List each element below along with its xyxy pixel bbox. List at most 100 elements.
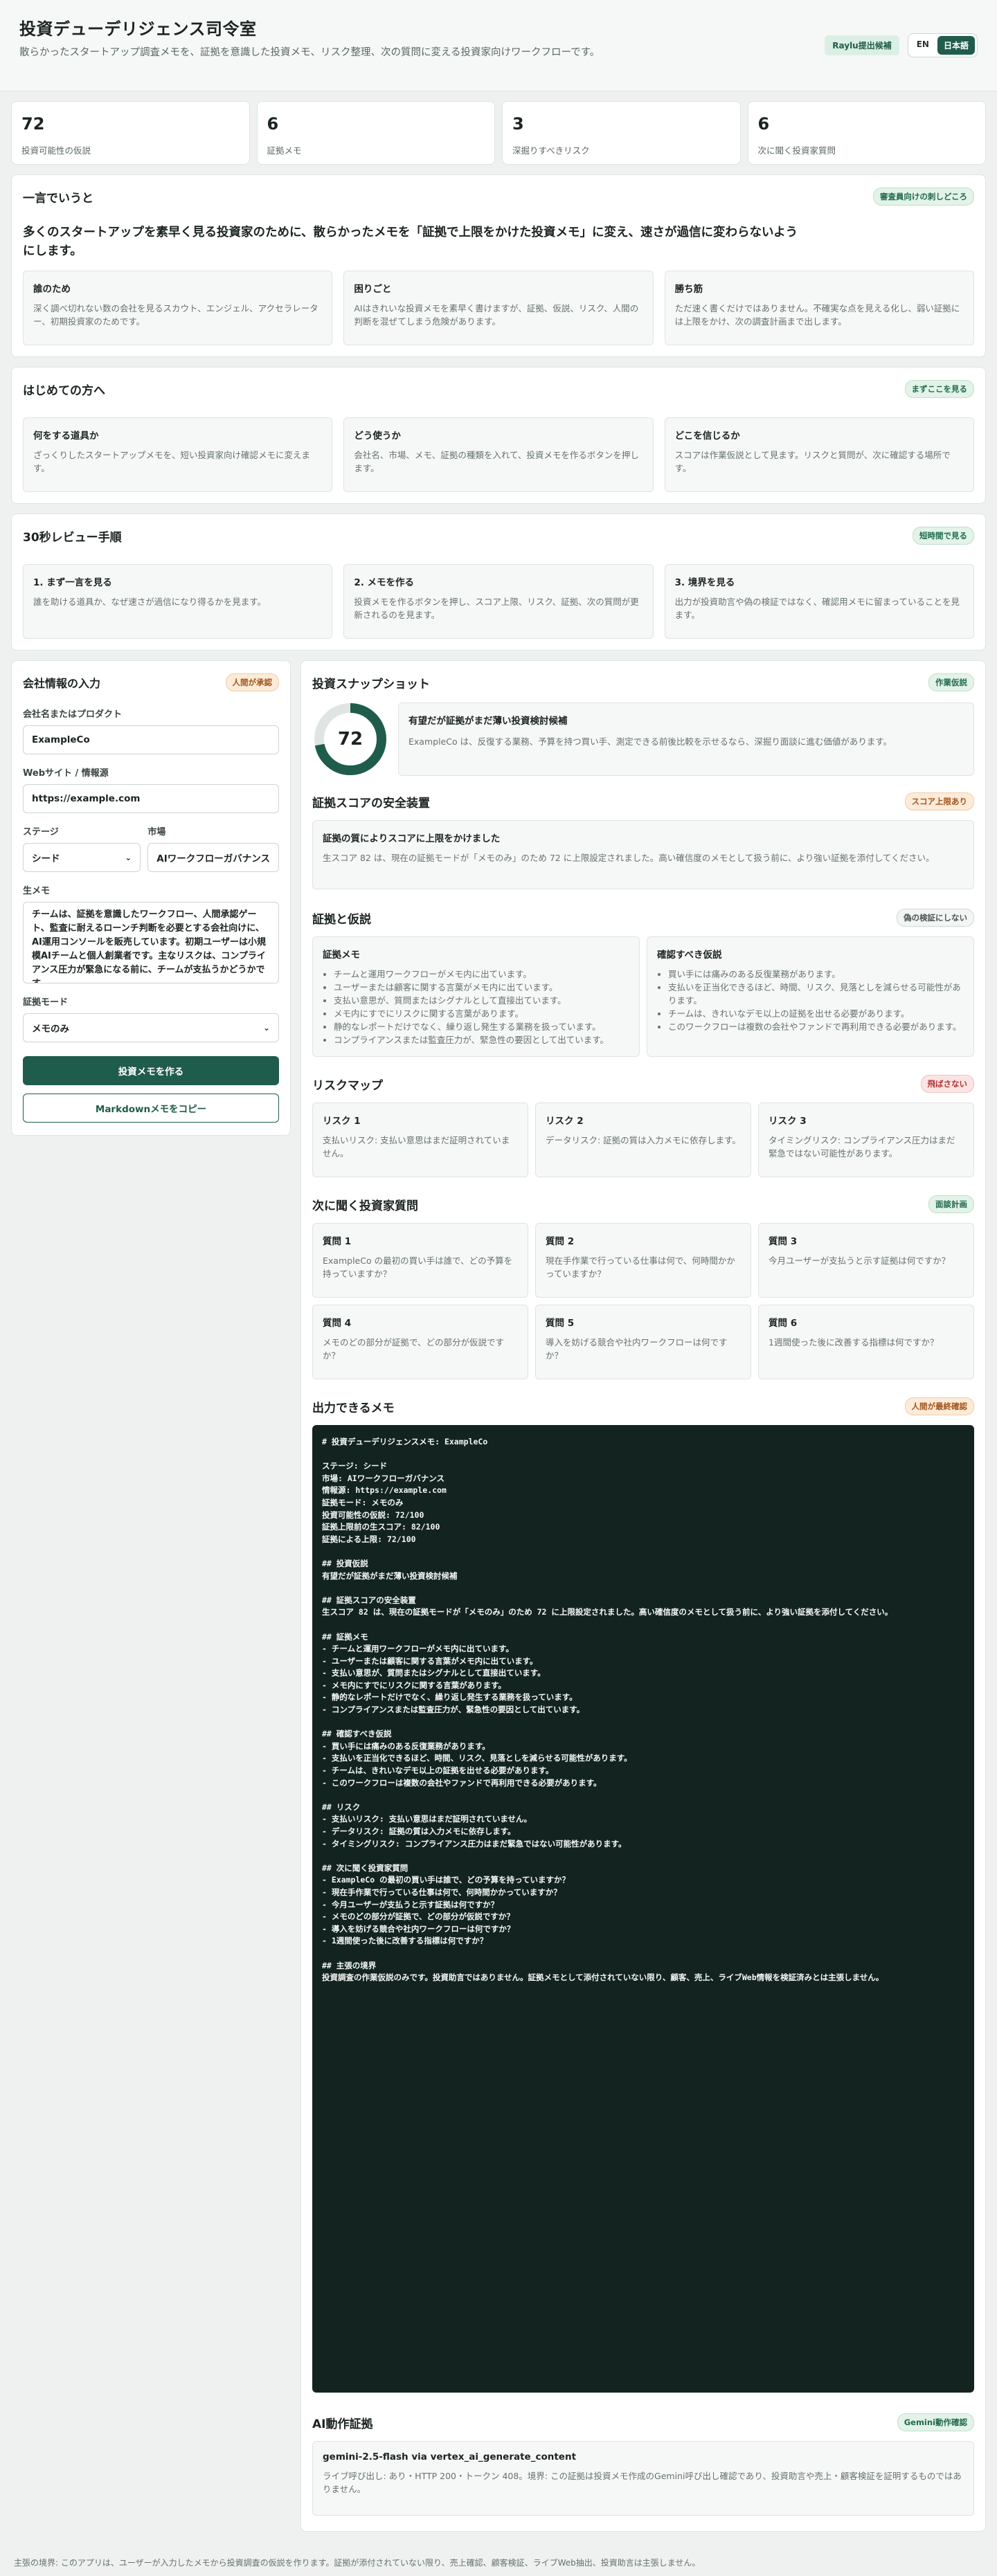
score-value: 72 [337,729,363,750]
evidence-memo-title: 証拠メモ [323,950,360,961]
stat-label: 次に聞く投資家質問 [757,145,836,156]
card-title: 2. メモを作る [354,577,415,588]
summary-card: 勝ち筋 ただ速く書くだけではありません。不確実な点を見える化し、弱い証拠には上限… [664,271,974,345]
card-title: どう使うか [354,430,401,442]
snapshot-heading: 有望だが証拠がまだ薄い投資検討候補 [408,716,568,727]
company-input[interactable]: ExampleCo [23,725,279,754]
markdown-memo-output[interactable]: # 投資デューデリジェンスメモ: ExampleCo ステージ: シード 市場:… [312,1425,974,2393]
question-body: 現在手作業で行っている仕事は何で、何時間かかっていますか？ [546,1255,735,1279]
question-body: メモのどの部分が証拠で、どの部分が仮説ですか？ [323,1337,505,1361]
section-title: はじめての方へ [23,383,105,398]
list-item: 支払いを正当化できるほど、時間、リスク、見落としを減らせる可能性があります。 [668,981,964,1007]
questions-pill: 面談計画 [928,1195,974,1213]
question-card: 質問 5 導入を妨げる競合や社内ワークフローは何ですか？ [535,1305,751,1379]
guard-title: 証拠スコアの安全装置 [312,796,430,810]
ai-pill: Gemini動作確認 [897,2413,974,2431]
snapshot-box: 有望だが証拠がまだ薄い投資検討候補 ExampleCo は、反復する業務、予算を… [398,702,974,776]
risk-card: リスク 1 支払いリスク: 支払い意思はまだ証明されていません。 [312,1103,528,1177]
copy-markdown-button[interactable]: Markdownメモをコピー [23,1094,279,1123]
list-item: このワークフローは複数の会社やファンドで再利用できる必要があります。 [668,1020,964,1033]
stat-label: 深掘りすべきリスク [512,145,590,156]
question-body: ExampleCo の最初の買い手は誰で、どの予算を持っていますか？ [323,1255,513,1279]
card-title: 誰のため [33,284,71,295]
market-label: 市場 [147,827,166,837]
stage-select[interactable]: シード ⌄ [23,843,141,872]
summary-lead: 多くのスタートアップを素早く見る投資家のために、散らかったメモを「証拠で上限をか… [23,226,798,258]
ai-title: AI動作証拠 [312,2417,373,2431]
chevron-down-icon: ⌄ [262,1023,270,1033]
stat-value: 6 [757,114,770,134]
risk-body: データリスク: 証拠の質は入力メモに依存します。 [546,1135,741,1145]
summary-card: 困りごと AIはきれいな投資メモを素早く書けますが、証拠、仮説、リスク、人間の判… [343,271,654,345]
question-title: 質問 4 [323,1318,352,1329]
ai-heading: gemini-2.5-flash via vertex_ai_generate_… [323,2451,577,2462]
stage-value: シード [32,853,60,864]
evidence-memo-box: 証拠メモ チームと運用ワークフローがメモ内に出ています。 ユーザーまたは顧客に関… [312,936,640,1057]
card-title: 困りごと [354,284,392,295]
risk-card: リスク 3 タイミングリスク: コンプライアンス圧力はまだ緊急ではない可能性があ… [758,1103,974,1177]
ai-body: ライブ呼び出し: あり・HTTP 200・トークン 408。境界: この証拠は投… [323,2471,962,2494]
market-input[interactable]: AIワークフローガバナンス [147,843,279,872]
website-input[interactable]: https://example.com [23,784,279,813]
snapshot-pill: 作業仮説 [928,673,974,691]
lang-en-button[interactable]: EN [910,36,935,55]
notes-label: 生メモ [23,886,51,896]
stat-card: 72 投資可能性の仮説 [11,101,250,165]
page-header: 投資デューデリジェンス司令室 散らかったスタートアップ調査メモを、証拠を意識した… [0,0,997,91]
summary-section: 一言でいうと 審査員向けの刺しどころ 多くのスタートアップを素早く見る投資家のた… [11,174,986,357]
section-title: 30秒レビュー手順 [23,530,122,545]
generate-memo-button[interactable]: 投資メモを作る [23,1056,279,1085]
question-title: 質問 1 [323,1236,352,1247]
card-body: 投資メモを作るボタンを押し、スコア上限、リスク、証拠、次の質問が更新されるのを見… [354,597,639,620]
risk-title: リスク 1 [323,1116,361,1127]
summary-card: 誰のため 深く調べ切れない数の会社を見るスカウト、エンジェル、アクセラレーター、… [23,271,333,345]
list-item: 静的なレポートだけでなく、繰り返し発生する業務を扱っています。 [334,1020,629,1033]
snapshot-body: ExampleCo は、反復する業務、予算を持つ買い手、測定できる前後比較を示せ… [408,736,892,747]
submission-badge: Raylu提出候補 [825,35,899,55]
question-title: 質問 2 [546,1236,575,1247]
score-gauge: 72 [312,701,388,777]
hypothesis-box: 確認すべき仮説 買い手には痛みのある反復業務があります。 支払いを正当化できるほ… [647,936,974,1057]
card-body: 会社名、市場、メモ、証拠の種類を入れて、投資メモを作るボタンを押します。 [354,450,639,473]
card-body: スコアは作業仮説として見ます。リスクと質問が、次に確認する場所です。 [674,450,951,473]
section-title: 一言でいうと [23,191,93,206]
website-label: Webサイト / 情報源 [23,768,109,779]
notes-textarea[interactable]: チームは、証拠を意識したワークフロー、人間承認ゲート、監査に耐えるローンチ判断を… [23,902,279,983]
lang-ja-button[interactable]: 日本語 [937,36,975,55]
stat-label: 投資可能性の仮説 [21,145,91,156]
list-item: チームは、きれいなデモ以上の証拠を出せる必要があります。 [668,1007,964,1020]
review-section: 30秒レビュー手順 短時間で見る 1. まず一言を見る 誰を助ける道具か、なぜ速… [11,514,986,651]
form-pill: 人間が承認 [225,673,279,691]
mode-label: 証拠モード [23,997,69,1008]
card-title: 1. まず一言を見る [33,577,112,588]
section-pill: まずここを見る [904,380,974,398]
questions-title: 次に聞く投資家質問 [312,1199,418,1213]
guard-pill: スコア上限あり [904,792,974,810]
output-pill: 人間が最終確認 [904,1397,974,1415]
question-body: 導入を妨げる競合や社内ワークフローは何ですか？ [546,1337,728,1361]
stat-label: 証拠メモ [267,145,302,156]
question-title: 質問 6 [769,1318,798,1329]
company-label: 会社名またはプロダクト [23,709,123,720]
results-panel: 投資スナップショット 作業仮説 72 有望だが証拠がまだ薄い投資検討候補 Exa… [300,660,986,2532]
card-title: どこを信じるか [674,430,740,442]
chevron-down-icon: ⌄ [125,853,132,862]
question-body: 1週間使った後に改善する指標は何ですか？ [769,1337,939,1348]
hypothesis-title: 確認すべき仮説 [657,950,722,961]
guard-box: 証拠の質によりスコアに上限をかけました 生スコア 82 は、現在の証拠モードが「… [312,820,974,889]
section-pill: 審査員向けの刺しどころ [872,188,974,206]
card-body: AIはきれいな投資メモを素早く書けますが、証拠、仮説、リスク、人間の判断を混ぜて… [354,303,639,327]
risks-title: リスクマップ [312,1078,383,1093]
evidence-mode-select[interactable]: メモのみ ⌄ [23,1013,279,1042]
form-title: 会社情報の入力 [23,677,101,690]
stat-card: 3 深掘りすべきリスク [502,101,741,165]
card-body: 深く調べ切れない数の会社を見るスカウト、エンジェル、アクセラレーター、初期投資家… [33,303,318,327]
output-title: 出力できるメモ [312,1401,395,1415]
list-item: 支払い意思が、質問またはシグナルとして直接出ています。 [334,994,629,1007]
stat-card: 6 次に聞く投資家質問 [747,101,986,165]
guard-heading: 証拠の質によりスコアに上限をかけました [323,833,501,844]
page-subtitle: 散らかったスタートアップ調査メモを、証拠を意識した投資メモ、リスク整理、次の質問… [19,47,600,58]
list-item: チームと運用ワークフローがメモ内に出ています。 [334,968,629,981]
question-card: 質問 6 1週間使った後に改善する指標は何ですか？ [758,1305,974,1379]
list-item: メモ内にすでにリスクに関する言葉があります。 [334,1007,629,1020]
